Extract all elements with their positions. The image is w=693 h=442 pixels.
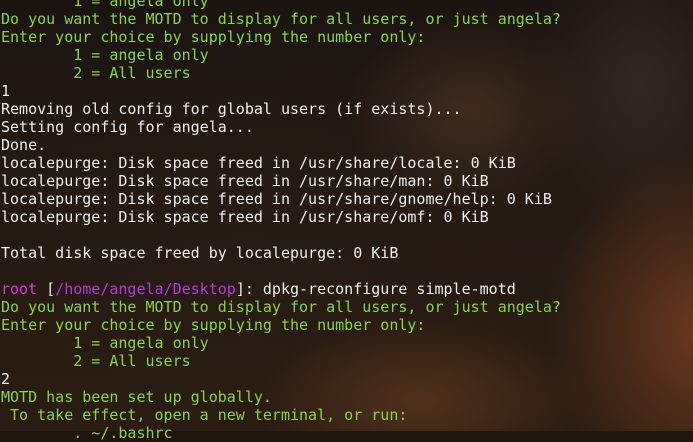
terminal-line: To take effect, open a new terminal, or … [1, 406, 408, 424]
terminal-line: MOTD has been set up globally. [1, 388, 272, 406]
terminal-line: 1 = angela only [1, 0, 209, 10]
terminal-line: 2 [1, 370, 11, 388]
terminal-line: localepurge: Disk space freed in /usr/sh… [1, 154, 516, 172]
terminal-line: Enter your choice by supplying the numbe… [1, 316, 426, 334]
prompt-line: root [/home/angela/Desktop]: dpkg-reconf… [1, 280, 693, 298]
terminal-line: Do you want the MOTD to display for all … [1, 10, 561, 28]
terminal-line: . ~/.bashrc [1, 424, 173, 442]
terminal-line: localepurge: Disk space freed in /usr/sh… [1, 190, 552, 208]
terminal-line: Setting config for angela... [1, 118, 254, 136]
prompt-bracket-close: ]: [235, 280, 263, 298]
prompt-bracket-open: [ [37, 280, 56, 298]
terminal-line: Do you want the MOTD to display for all … [1, 298, 561, 316]
terminal-line: 2 = All users [1, 352, 191, 370]
terminal-line: Done. [1, 136, 47, 154]
terminal-line: 1 = angela only [1, 334, 209, 352]
terminal-line: localepurge: Disk space freed in /usr/sh… [1, 172, 489, 190]
terminal-line: 1 = angela only [1, 46, 209, 64]
prompt-command: dpkg-reconfigure simple-motd [262, 280, 516, 298]
terminal-line: 2 = All users [1, 64, 191, 82]
terminal-line: Removing old config for global users (if… [1, 100, 462, 118]
prompt-path: /home/angela/Desktop [55, 280, 236, 298]
prompt-user: root [1, 280, 38, 298]
terminal-line: Enter your choice by supplying the numbe… [1, 28, 426, 46]
terminal-line: 1 [1, 82, 11, 100]
terminal-line: Total disk space freed by localepurge: 0… [1, 244, 399, 262]
output-block-after: Do you want the MOTD to display for all … [1, 298, 693, 442]
output-block-before: 1 = angela only Do you want the MOTD to d… [1, 0, 693, 280]
terminal-line: localepurge: Disk space freed in /usr/sh… [1, 208, 489, 226]
terminal-output[interactable]: 1 = angela only Do you want the MOTD to d… [0, 0, 693, 442]
